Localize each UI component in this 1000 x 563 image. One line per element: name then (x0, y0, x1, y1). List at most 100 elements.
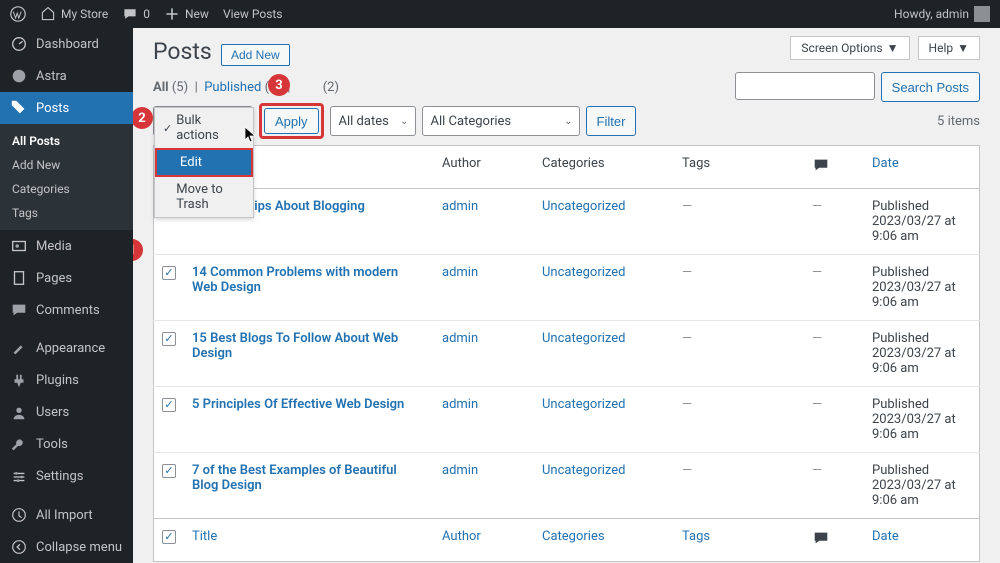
col-comments[interactable] (804, 519, 864, 562)
sidebar-item-posts[interactable]: Posts (0, 92, 133, 124)
col-date[interactable]: Date (864, 146, 980, 189)
author-link[interactable]: admin (442, 397, 478, 412)
sidebar-item-pages[interactable]: Pages (0, 262, 133, 294)
chevron-down-icon: ⌄ (564, 116, 572, 127)
post-title-link[interactable]: 14 Common Problems with modern Web Desig… (192, 265, 398, 295)
col-date[interactable]: Date (864, 519, 980, 562)
screen-options-tab[interactable]: Screen Options▼ (790, 36, 909, 60)
items-count: 5 items (937, 114, 980, 129)
category-link[interactable]: Uncategorized (542, 463, 625, 478)
tags-cell: — (682, 463, 692, 478)
row-checkbox[interactable]: ✓ (162, 332, 176, 346)
table-header-row: ✓ Title Author Categories Tags Date (154, 146, 980, 189)
admin-bar: My Store 0 New View Posts Howdy, admin (0, 0, 1000, 28)
table-row: ✓ 7 of the Best Examples of Beautiful Blo… (154, 453, 980, 519)
submenu-tags[interactable]: Tags (0, 201, 133, 225)
add-new-button[interactable]: Add New (221, 44, 290, 66)
sidebar-item-appearance[interactable]: Appearance (0, 333, 133, 365)
row-checkbox[interactable]: ✓ (162, 266, 176, 280)
sidebar-item-tools[interactable]: Tools (0, 429, 133, 461)
date-cell: Published2023/03/27 at 9:06 am (864, 453, 980, 519)
row-checkbox[interactable]: ✓ (162, 464, 176, 478)
post-title-link[interactable]: 15 Best Blogs To Follow About Web Design (192, 331, 398, 361)
avatar (974, 6, 990, 22)
posts-table: ✓ Title Author Categories Tags Date ✓10 … (153, 145, 980, 562)
sidebar-item-plugins[interactable]: Plugins (0, 365, 133, 397)
search-input[interactable] (735, 72, 875, 100)
bulk-option-trash[interactable]: Move to Trash (155, 177, 253, 217)
col-author: Author (434, 519, 534, 562)
post-title-link[interactable]: 7 of the Best Examples of Beautiful Blog… (192, 463, 397, 493)
tags-cell: — (682, 199, 692, 214)
col-categories: Categories (534, 519, 674, 562)
table-row: ✓ 14 Common Problems with modern Web Desi… (154, 255, 980, 321)
filter-all[interactable]: All (5) (153, 80, 188, 95)
table-footer-row: ✓ Title Author Categories Tags Date (154, 519, 980, 562)
search-posts-button[interactable]: Search Posts (881, 72, 980, 102)
table-row: ✓ 15 Best Blogs To Follow About Web Desig… (154, 321, 980, 387)
apply-button[interactable]: Apply (264, 108, 319, 134)
admin-sidebar: Dashboard Astra Posts All Posts Add New … (0, 28, 133, 563)
apply-highlight: Apply (259, 103, 324, 139)
sidebar-item-dashboard[interactable]: Dashboard (0, 28, 133, 60)
annotation-marker-3: 3 (268, 74, 290, 96)
posts-submenu: All Posts Add New Categories Tags (0, 124, 133, 230)
date-cell: Published2023/03/27 at 9:06 am (864, 189, 980, 255)
author-link[interactable]: admin (442, 265, 478, 280)
sidebar-item-astra[interactable]: Astra (0, 60, 133, 92)
sidebar-item-all-import[interactable]: All Import (0, 499, 133, 531)
author-link[interactable]: admin (442, 463, 478, 478)
category-link[interactable]: Uncategorized (542, 331, 625, 346)
row-checkbox[interactable]: ✓ (162, 398, 176, 412)
chevron-down-icon: ⌄ (400, 116, 408, 127)
bulk-option-edit[interactable]: Edit (155, 148, 253, 177)
sidebar-item-media[interactable]: Media (0, 230, 133, 262)
sidebar-item-comments[interactable]: Comments (0, 294, 133, 326)
help-tab[interactable]: Help▼ (918, 36, 980, 60)
col-comments[interactable] (804, 146, 864, 189)
submenu-all-posts[interactable]: All Posts (0, 129, 133, 153)
sidebar-item-users[interactable]: Users (0, 397, 133, 429)
page-title: Posts (153, 38, 212, 65)
col-tags: Tags (674, 519, 804, 562)
submenu-add-new[interactable]: Add New (0, 153, 133, 177)
comments-count: 0 (143, 7, 150, 21)
comments-cell: — (812, 265, 822, 280)
submenu-categories[interactable]: Categories (0, 177, 133, 201)
dates-select[interactable]: All dates⌄ (330, 106, 416, 136)
main-content: Screen Options▼ Help▼ Posts Add New Sear… (133, 28, 1000, 563)
post-title-link[interactable]: 5 Principles Of Effective Web Design (192, 397, 404, 412)
tags-cell: — (682, 265, 692, 280)
date-cell: Published2023/03/27 at 9:06 am (864, 387, 980, 453)
annotation-marker-2: 2 (133, 107, 153, 129)
cursor-icon (245, 127, 257, 143)
category-link[interactable]: Uncategorized (542, 199, 625, 214)
howdy-link[interactable]: Howdy, admin (894, 6, 990, 22)
view-posts-link[interactable]: View Posts (223, 7, 283, 21)
table-row: ✓ 5 Principles Of Effective Web Design adm… (154, 387, 980, 453)
wp-logo[interactable] (10, 6, 26, 22)
bulk-actions-select[interactable]: ✓Bulk actions Edit Move to Trash (153, 106, 253, 136)
categories-select[interactable]: All Categories⌄ (422, 106, 580, 136)
col-categories: Categories (534, 146, 674, 189)
filter-obscured[interactable]: (2) (297, 80, 339, 95)
category-link[interactable]: Uncategorized (542, 265, 625, 280)
tags-cell: — (682, 331, 692, 346)
sidebar-item-settings[interactable]: Settings (0, 461, 133, 493)
sidebar-item-collapse[interactable]: Collapse menu (0, 531, 133, 563)
comments-cell: — (812, 397, 822, 412)
comments-link[interactable]: 0 (122, 6, 150, 22)
category-link[interactable]: Uncategorized (542, 397, 625, 412)
filter-button[interactable]: Filter (586, 106, 637, 136)
site-name: My Store (61, 7, 108, 21)
new-link[interactable]: New (164, 6, 209, 22)
comments-cell: — (812, 199, 822, 214)
author-link[interactable]: admin (442, 331, 478, 346)
bulk-option-bulk-actions[interactable]: ✓Bulk actions (155, 108, 253, 148)
author-link[interactable]: admin (442, 199, 478, 214)
col-title[interactable]: Title (184, 519, 434, 562)
comments-cell: — (812, 331, 822, 346)
site-link[interactable]: My Store (40, 6, 108, 22)
select-all-checkbox-bottom[interactable]: ✓ (162, 530, 176, 544)
tags-cell: — (682, 397, 692, 412)
